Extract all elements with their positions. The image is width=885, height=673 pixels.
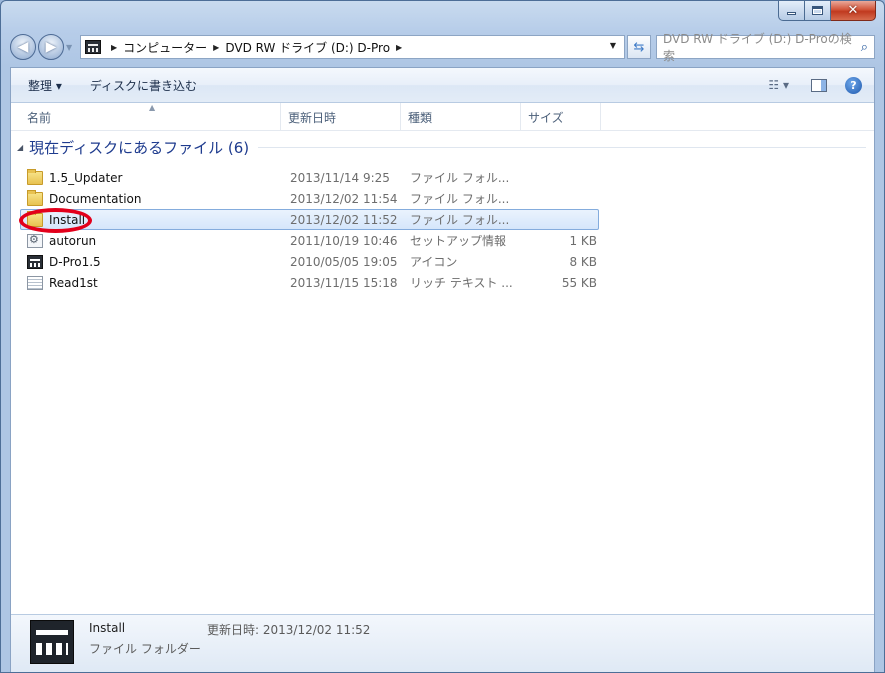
file-row-d-pro[interactable]: D-Pro1.5 2010/05/05 19:05 アイコン 8 KB [11,251,874,272]
view-options-icon[interactable]: ☷ ▾ [768,78,789,92]
file-date: 2013/12/02 11:54 [290,191,398,206]
command-bar-right: ☷ ▾ ? [768,68,868,102]
file-type: リッチ テキスト ... [410,276,513,290]
file-size: 55 KB [561,275,597,290]
explorer-window: ✕ ◀ ▶ ▼ ▶ コンピューター ▶ DVD RW ドライブ (D:) D-P… [0,0,885,673]
file-type: ファイル フォル... [410,213,510,227]
column-header-date[interactable]: 更新日時 [281,103,401,131]
file-row-autorun[interactable]: autorun 2011/10/19 10:46 セットアップ情報 1 KB [11,230,874,251]
minimize-icon [787,12,796,15]
address-bar[interactable]: ▶ コンピューター ▶ DVD RW ドライブ (D:) D-Pro ▶ ▼ [80,35,625,59]
details-name: Install [89,621,126,635]
close-button[interactable]: ✕ [831,1,876,21]
forward-button[interactable]: ▶ [38,34,64,60]
command-bar: 整理 ▾ ディスクに書き込む ☷ ▾ ? [11,68,874,103]
back-button[interactable]: ◀ [10,34,36,60]
refresh-button[interactable]: ⇆ [627,35,651,59]
file-type: アイコン [410,255,458,269]
file-name: D-Pro1.5 [49,254,101,269]
maximize-icon [812,6,823,15]
group-divider [258,147,866,148]
column-header-type[interactable]: 種類 [401,103,521,131]
details-pane: Install ファイル フォルダー 更新日時: 2013/12/02 11:5… [11,614,874,672]
folder-icon [27,189,43,206]
file-name: Read1st [49,275,98,290]
group-label: 現在ディスクにあるファイル (6) [29,138,250,157]
file-type: セットアップ情報 [410,234,507,248]
folder-icon [27,168,43,185]
collapse-triangle-icon[interactable]: ◢ [17,143,23,152]
file-size: 8 KB [569,254,597,269]
recent-pages-dropdown[interactable]: ▼ [66,43,76,52]
navigation-bar: ◀ ▶ ▼ ▶ コンピューター ▶ DVD RW ドライブ (D:) D-Pro… [10,32,875,63]
file-type: ファイル フォル... [410,171,510,185]
close-icon: ✕ [847,3,859,18]
caption-buttons: ✕ [778,1,876,21]
red-circle-annotation [19,208,92,233]
file-row-1-5-updater[interactable]: 1.5_Updater 2013/11/14 9:25 ファイル フォル... [11,167,874,188]
help-icon[interactable]: ? [845,76,862,94]
column-headers: ▲ 名前 更新日時 種類 サイズ [11,103,874,131]
maximize-button[interactable] [805,1,831,21]
back-arrow-icon: ◀ [17,39,29,55]
breadcrumb-dvd-drive[interactable]: DVD RW ドライブ (D:) D-Pro [225,39,390,56]
minimize-button[interactable] [778,1,805,21]
chevron-right-icon[interactable]: ▶ [213,43,219,52]
forward-arrow-icon: ▶ [45,39,57,55]
breadcrumb-computer[interactable]: コンピューター [123,39,207,56]
file-date: 2011/10/19 10:46 [290,233,398,248]
refresh-icon: ⇆ [633,39,645,55]
file-row-install[interactable]: Install 2013/12/02 11:52 ファイル フォル... [11,209,874,230]
group-header[interactable]: ◢ 現在ディスクにあるファイル (6) [11,131,874,163]
address-dropdown-icon[interactable]: ▼ [610,41,616,50]
details-modified: 更新日時: 2013/12/02 11:52 [207,623,371,637]
file-date: 2013/12/02 11:52 [290,212,398,227]
file-name: autorun [49,233,97,248]
file-type: ファイル フォル... [410,192,510,206]
chevron-right-icon[interactable]: ▶ [396,43,402,52]
search-icon[interactable]: ⌕ [861,40,868,55]
file-size: 1 KB [569,233,597,248]
document-icon [27,275,43,290]
column-header-name[interactable]: 名前 [20,103,281,131]
dpro-app-icon [27,254,43,269]
organize-button[interactable]: 整理 ▾ [28,77,62,94]
burn-to-disc-button[interactable]: ディスクに書き込む [90,77,197,94]
file-list: 1.5_Updater 2013/11/14 9:25 ファイル フォル... … [11,167,874,293]
search-placeholder: DVD RW ドライブ (D:) D-Proの検索 [663,32,852,63]
client-area: 整理 ▾ ディスクに書き込む ☷ ▾ ? ▲ 名前 更新日時 種類 サイズ ◢ … [10,67,875,672]
file-date: 2010/05/05 19:05 [290,254,398,269]
setup-info-icon [27,233,43,248]
breadcrumb: ▶ コンピューター ▶ DVD RW ドライブ (D:) D-Pro ▶ [105,36,408,58]
file-date: 2013/11/15 15:18 [290,275,398,290]
file-row-documentation[interactable]: Documentation 2013/12/02 11:54 ファイル フォル.… [11,188,874,209]
column-header-size[interactable]: サイズ [521,103,601,131]
search-input[interactable]: DVD RW ドライブ (D:) D-Proの検索 ⌕ [656,32,875,63]
file-name: 1.5_Updater [49,170,123,185]
file-size [524,188,597,209]
details-type: ファイル フォルダー [89,642,201,656]
file-size [524,209,597,230]
preview-pane-icon[interactable] [811,78,827,92]
dvd-drive-icon [85,40,101,54]
file-row-read1st[interactable]: Read1st 2013/11/15 15:18 リッチ テキスト ... 55… [11,272,874,293]
file-name: Documentation [49,191,142,206]
chevron-right-icon[interactable]: ▶ [111,43,117,52]
dpro-large-icon [30,620,74,664]
file-size [524,167,597,188]
file-date: 2013/11/14 9:25 [290,170,390,185]
